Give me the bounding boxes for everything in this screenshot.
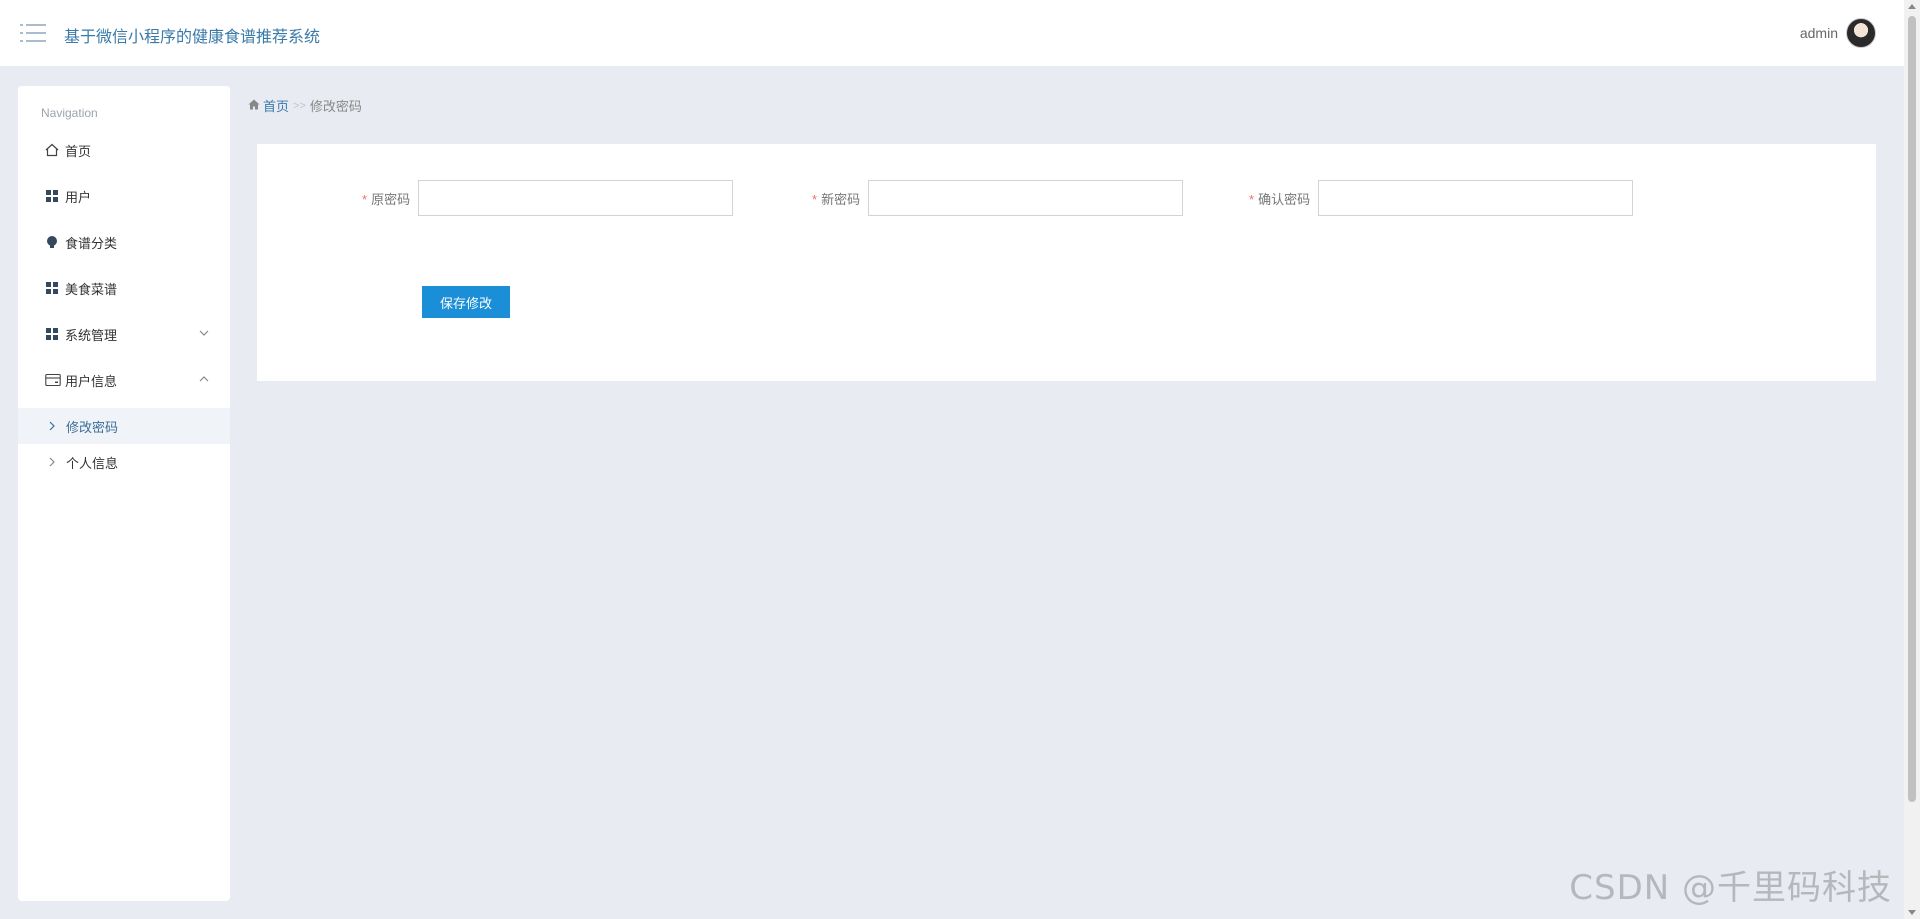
scrollbar-thumb[interactable] bbox=[1908, 16, 1916, 802]
avatar[interactable] bbox=[1846, 18, 1876, 48]
card-icon bbox=[45, 373, 61, 387]
scroll-up-arrow-icon[interactable] bbox=[1908, 4, 1916, 9]
breadcrumb: 首页 >> 修改密码 bbox=[248, 96, 362, 115]
old-password-input[interactable] bbox=[418, 180, 734, 216]
home-icon bbox=[248, 98, 260, 113]
confirm-password-label: * 确认密码 bbox=[1249, 191, 1311, 207]
sidebar-subitem-label: 个人信息 bbox=[66, 455, 119, 471]
sidebar-item-label: 用户信息 bbox=[65, 373, 118, 389]
sidebar-item-label: 美食菜谱 bbox=[65, 281, 118, 297]
breadcrumb-current: 修改密码 bbox=[309, 99, 362, 114]
sidebar-item-recipes[interactable]: 美食菜谱 bbox=[18, 270, 230, 306]
sidebar-item-home[interactable]: 首页 bbox=[18, 132, 230, 168]
grid-icon bbox=[45, 189, 59, 203]
breadcrumb-separator: >> bbox=[293, 99, 306, 112]
chevron-right-icon bbox=[46, 420, 58, 432]
new-password-input[interactable] bbox=[868, 180, 1184, 216]
required-mark: * bbox=[812, 191, 818, 207]
sidebar-item-recipe-category[interactable]: 食谱分类 bbox=[18, 224, 230, 260]
old-password-field: * 原密码 bbox=[362, 180, 734, 216]
app-title: 基于微信小程序的健康食谱推荐系统 bbox=[64, 29, 321, 46]
sidebar-item-users[interactable]: 用户 bbox=[18, 178, 230, 214]
chevron-down-icon bbox=[198, 327, 210, 339]
chevron-right-icon bbox=[46, 456, 58, 468]
watermark: CSDN @千里码科技 bbox=[1569, 868, 1892, 908]
sidebar-item-label: 首页 bbox=[65, 143, 92, 159]
breadcrumb-home[interactable]: 首页 bbox=[248, 96, 289, 115]
user-name[interactable]: admin bbox=[1800, 25, 1838, 41]
sidebar-subitem-label: 修改密码 bbox=[66, 419, 119, 435]
top-header: 基于微信小程序的健康食谱推荐系统 admin bbox=[0, 0, 1904, 66]
new-password-field: * 新密码 bbox=[812, 180, 1184, 216]
sidebar-item-label: 用户 bbox=[65, 189, 92, 205]
nav-heading: Navigation bbox=[41, 106, 98, 120]
new-password-label: * 新密码 bbox=[812, 191, 861, 207]
sidebar-subitem-change-password[interactable]: 修改密码 bbox=[18, 408, 230, 444]
sidebar-item-system[interactable]: 系统管理 bbox=[18, 316, 230, 352]
menu-toggle-icon[interactable] bbox=[20, 22, 46, 44]
confirm-password-input[interactable] bbox=[1318, 180, 1634, 216]
grid-icon bbox=[45, 281, 59, 295]
bulb-icon bbox=[45, 235, 59, 249]
change-password-panel: * 原密码 * 新密码 * 确认密码 保存修改 bbox=[257, 144, 1876, 381]
sidebar: Navigation 首页 用户 食谱分类 美食菜谱 系统管理 用户信息 修改密… bbox=[18, 86, 230, 901]
required-mark: * bbox=[1249, 191, 1255, 207]
breadcrumb-home-label: 首页 bbox=[263, 99, 290, 114]
old-password-label: * 原密码 bbox=[362, 191, 411, 207]
save-button[interactable]: 保存修改 bbox=[422, 286, 510, 318]
grid-icon bbox=[45, 327, 59, 341]
scroll-down-arrow-icon[interactable] bbox=[1908, 910, 1916, 915]
sidebar-item-user-info[interactable]: 用户信息 bbox=[18, 362, 230, 398]
confirm-password-field: * 确认密码 bbox=[1249, 180, 1634, 216]
sidebar-item-label: 系统管理 bbox=[65, 327, 118, 343]
sidebar-item-label: 食谱分类 bbox=[65, 235, 118, 251]
user-menu[interactable]: admin bbox=[1800, 18, 1876, 48]
chevron-up-icon bbox=[198, 373, 210, 385]
home-icon bbox=[45, 143, 59, 157]
vertical-scrollbar[interactable] bbox=[1904, 0, 1920, 919]
required-mark: * bbox=[362, 191, 368, 207]
sidebar-subitem-profile[interactable]: 个人信息 bbox=[18, 444, 230, 480]
